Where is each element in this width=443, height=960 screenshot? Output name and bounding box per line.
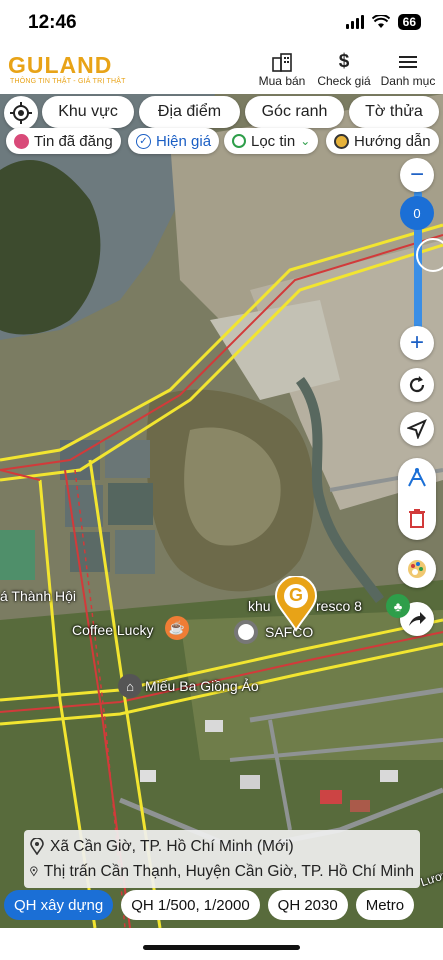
location-filter-icon — [232, 134, 246, 148]
planning-layer-tabs: QH xây dựng QH 1/500, 1/2000 QH 2030 Met… — [0, 890, 443, 926]
zoom-out-button[interactable]: − — [400, 158, 434, 192]
menu-icon — [376, 50, 440, 74]
address-old: Thị trấn Cần Thạnh, Huyện Cần Giờ, TP. H… — [30, 859, 414, 884]
location-pin-icon — [30, 866, 38, 877]
hien-gia-label: Hiện giá — [156, 132, 212, 150]
nav-danh-muc[interactable]: Danh mục — [376, 50, 440, 88]
marker-letter: G — [289, 585, 304, 605]
address-box: Xã Cần Giờ, TP. Hồ Chí Minh (Mới) Thị tr… — [24, 830, 420, 888]
dollar-icon: $ — [338, 51, 350, 72]
map-style-button[interactable] — [398, 550, 436, 588]
zoom-slider-handle[interactable]: 0 — [400, 196, 434, 230]
huong-dan-button[interactable]: Hướng dẫn — [326, 128, 439, 154]
satellite-map — [0, 94, 443, 928]
measure-button[interactable] — [405, 466, 429, 490]
app-header: GULAND THÔNG TIN THẬT - GIÁ TRỊ THẬT Mua… — [0, 46, 443, 94]
filter-dia-diem[interactable]: Địa điểm — [139, 96, 240, 128]
app-tagline: THÔNG TIN THẬT - GIÁ TRỊ THẬT — [10, 78, 126, 85]
share-icon — [409, 612, 426, 626]
filter-goc-ranh[interactable]: Góc ranh — [245, 96, 344, 128]
home-indicator[interactable] — [143, 945, 300, 950]
map-view[interactable]: Khu vực Địa điểm Góc ranh Tờ thửa Tin đã… — [0, 94, 443, 928]
battery-icon: 66 — [397, 14, 421, 30]
poi-marker-icon[interactable] — [234, 620, 258, 644]
refresh-icon — [409, 376, 425, 393]
hien-gia-toggle[interactable]: ✓ Hiện giá — [128, 128, 220, 154]
building-icon — [250, 50, 314, 74]
temple-icon[interactable]: ⌂ — [118, 674, 142, 698]
property-marker-pin[interactable]: G — [274, 575, 318, 632]
trash-icon — [409, 509, 425, 528]
signal-icon — [345, 15, 364, 29]
nav-label: Danh mục — [380, 74, 436, 88]
tab-qh-2030[interactable]: QH 2030 — [267, 890, 348, 920]
wifi-icon — [371, 15, 390, 28]
palette-icon — [408, 560, 426, 578]
address-new-text: Xã Cần Giờ, TP. Hồ Chí Minh (Mới) — [50, 837, 294, 855]
map-label-temple: Miếu Ba Giồng Ảo — [145, 678, 259, 694]
filter-khu-vuc[interactable]: Khu vực — [42, 96, 134, 128]
location-pin-icon — [30, 838, 44, 855]
chevron-down-icon: ⌄ — [300, 134, 311, 148]
huong-dan-label: Hướng dẫn — [354, 132, 431, 150]
tab-metro[interactable]: Metro — [355, 890, 415, 920]
compass-ring[interactable] — [416, 238, 443, 272]
map-label-place: á Thành Hội — [0, 588, 77, 604]
address-old-text: Thị trấn Cần Thạnh, Huyện Cần Giờ, TP. H… — [43, 862, 414, 880]
cafe-icon[interactable]: ☕ — [165, 616, 189, 640]
map-label-khu: khu — [248, 598, 271, 614]
tab-qh-xay-dung[interactable]: QH xây dựng — [4, 890, 114, 920]
guide-icon — [334, 133, 349, 149]
loc-tin-label: Lọc tin — [251, 132, 296, 150]
nav-mua-ban[interactable]: Mua bán — [250, 50, 314, 88]
address-new: Xã Cần Giờ, TP. Hồ Chí Minh (Mới) — [30, 834, 414, 859]
refresh-button[interactable] — [400, 368, 434, 402]
navigate-button[interactable] — [400, 412, 434, 446]
status-indicators: 66 — [345, 14, 421, 30]
tin-da-dang-label: Tin đã đăng — [34, 132, 113, 150]
delete-button[interactable] — [405, 506, 429, 530]
app-logo[interactable]: GULAND — [8, 52, 112, 79]
crosshair-icon — [10, 102, 32, 124]
map-label-resco: resco 8 — [316, 598, 362, 614]
map-label-coffee: Coffee Lucky — [72, 622, 154, 638]
nav-label: Mua bán — [258, 74, 306, 88]
navigation-arrow-icon — [407, 419, 427, 439]
filter-to-thua[interactable]: Tờ thửa — [349, 96, 439, 128]
nav-check-gia[interactable]: $ Check giá — [312, 50, 376, 88]
tin-da-dang-button[interactable]: Tin đã đăng — [6, 128, 121, 154]
nav-label: Check giá — [317, 74, 371, 88]
loc-tin-dropdown[interactable]: Lọc tin ⌄ — [224, 128, 319, 154]
status-bar: 12:46 66 — [0, 0, 443, 46]
tab-qh-1-500[interactable]: QH 1/500, 1/2000 — [121, 890, 260, 920]
locate-button[interactable] — [4, 96, 38, 130]
check-circle-icon: ✓ — [136, 133, 151, 149]
status-time: 12:46 — [28, 12, 77, 33]
zoom-in-button[interactable]: + — [400, 326, 434, 360]
measure-icon — [408, 467, 426, 487]
pin-list-icon — [14, 133, 29, 149]
park-icon[interactable]: ♣ — [386, 594, 410, 618]
